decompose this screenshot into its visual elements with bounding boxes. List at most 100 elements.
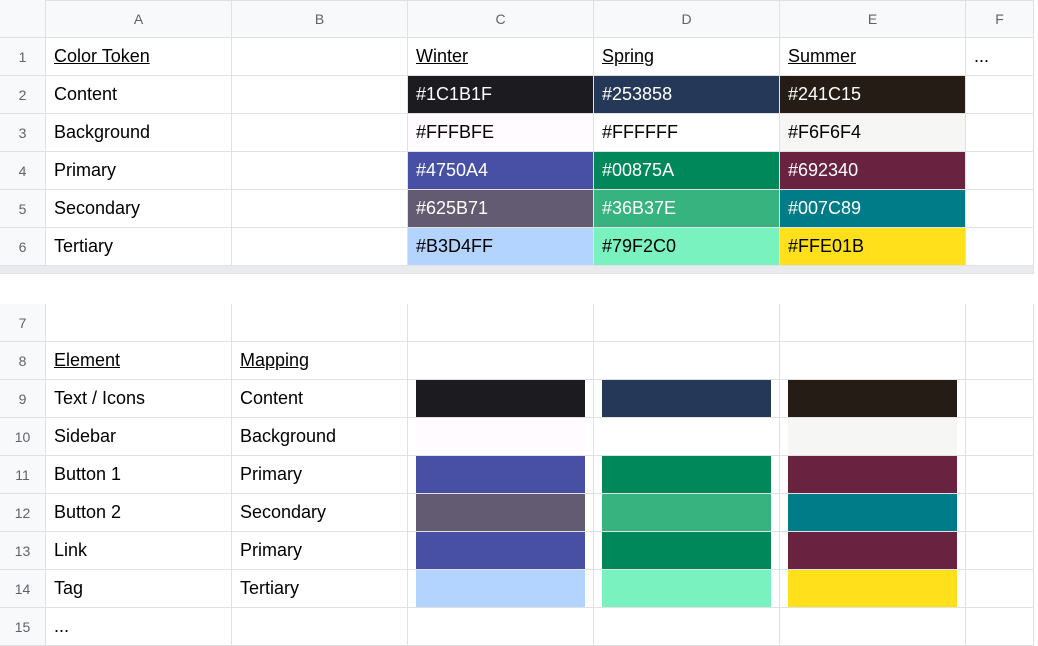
cell-D9[interactable] xyxy=(594,380,780,418)
cell-C3[interactable]: #FFFBFE xyxy=(408,114,594,152)
row-header-6[interactable]: 6 xyxy=(0,228,46,266)
cell-B3[interactable] xyxy=(232,114,408,152)
cell-A6[interactable]: Tertiary xyxy=(46,228,232,266)
col-header-C[interactable]: C xyxy=(408,0,594,38)
cell-E5[interactable]: #007C89 xyxy=(780,190,966,228)
cell-E9[interactable] xyxy=(780,380,966,418)
cell-D2[interactable]: #253858 xyxy=(594,76,780,114)
col-header-B[interactable]: B xyxy=(232,0,408,38)
col-header-F[interactable]: F xyxy=(966,0,1034,38)
cell-E1[interactable]: Summer xyxy=(780,38,966,76)
cell-F10[interactable] xyxy=(966,418,1034,456)
cell-D15[interactable] xyxy=(594,608,780,646)
cell-A2[interactable]: Content xyxy=(46,76,232,114)
cell-F2[interactable] xyxy=(966,76,1034,114)
row-header-15[interactable]: 15 xyxy=(0,608,46,646)
col-header-A[interactable]: A xyxy=(46,0,232,38)
cell-A13[interactable]: Link xyxy=(46,532,232,570)
cell-B8[interactable]: Mapping xyxy=(232,342,408,380)
cell-B6[interactable] xyxy=(232,228,408,266)
row-header-7[interactable]: 7 xyxy=(0,304,46,342)
cell-E10[interactable] xyxy=(780,418,966,456)
cell-C11[interactable] xyxy=(408,456,594,494)
row-header-5[interactable]: 5 xyxy=(0,190,46,228)
cell-B5[interactable] xyxy=(232,190,408,228)
cell-D3[interactable]: #FFFFFF xyxy=(594,114,780,152)
row-header-4[interactable]: 4 xyxy=(0,152,46,190)
cell-D1[interactable]: Spring xyxy=(594,38,780,76)
cell-B4[interactable] xyxy=(232,152,408,190)
cell-D13[interactable] xyxy=(594,532,780,570)
cell-E8[interactable] xyxy=(780,342,966,380)
cell-F5[interactable] xyxy=(966,190,1034,228)
cell-C8[interactable] xyxy=(408,342,594,380)
cell-B2[interactable] xyxy=(232,76,408,114)
cell-D11[interactable] xyxy=(594,456,780,494)
cell-B10[interactable]: Background xyxy=(232,418,408,456)
cell-A1[interactable]: Color Token xyxy=(46,38,232,76)
cell-B9[interactable]: Content xyxy=(232,380,408,418)
cell-A10[interactable]: Sidebar xyxy=(46,418,232,456)
row-header-13[interactable]: 13 xyxy=(0,532,46,570)
cell-F6[interactable] xyxy=(966,228,1034,266)
cell-C7[interactable] xyxy=(408,304,594,342)
cell-A15[interactable]: ... xyxy=(46,608,232,646)
cell-E6[interactable]: #FFE01B xyxy=(780,228,966,266)
cell-F14[interactable] xyxy=(966,570,1034,608)
cell-E7[interactable] xyxy=(780,304,966,342)
cell-E12[interactable] xyxy=(780,494,966,532)
cell-C14[interactable] xyxy=(408,570,594,608)
row-header-12[interactable]: 12 xyxy=(0,494,46,532)
cell-C15[interactable] xyxy=(408,608,594,646)
cell-D5[interactable]: #36B37E xyxy=(594,190,780,228)
cell-D6[interactable]: #79F2C0 xyxy=(594,228,780,266)
col-header-E[interactable]: E xyxy=(780,0,966,38)
cell-D4[interactable]: #00875A xyxy=(594,152,780,190)
cell-D8[interactable] xyxy=(594,342,780,380)
cell-A3[interactable]: Background xyxy=(46,114,232,152)
row-header-14[interactable]: 14 xyxy=(0,570,46,608)
cell-C1[interactable]: Winter xyxy=(408,38,594,76)
row-header-10[interactable]: 10 xyxy=(0,418,46,456)
cell-A5[interactable]: Secondary xyxy=(46,190,232,228)
cell-C13[interactable] xyxy=(408,532,594,570)
cell-B14[interactable]: Tertiary xyxy=(232,570,408,608)
cell-E4[interactable]: #692340 xyxy=(780,152,966,190)
cell-D12[interactable] xyxy=(594,494,780,532)
select-all-corner[interactable] xyxy=(0,0,46,38)
cell-A11[interactable]: Button 1 xyxy=(46,456,232,494)
cell-C6[interactable]: #B3D4FF xyxy=(408,228,594,266)
row-header-9[interactable]: 9 xyxy=(0,380,46,418)
cell-A9[interactable]: Text / Icons xyxy=(46,380,232,418)
cell-C12[interactable] xyxy=(408,494,594,532)
cell-C9[interactable] xyxy=(408,380,594,418)
cell-F1[interactable]: ... xyxy=(966,38,1034,76)
cell-A8[interactable]: Element xyxy=(46,342,232,380)
cell-D14[interactable] xyxy=(594,570,780,608)
cell-B12[interactable]: Secondary xyxy=(232,494,408,532)
row-header-1[interactable]: 1 xyxy=(0,38,46,76)
col-header-D[interactable]: D xyxy=(594,0,780,38)
cell-A12[interactable]: Button 2 xyxy=(46,494,232,532)
row-header-3[interactable]: 3 xyxy=(0,114,46,152)
cell-B15[interactable] xyxy=(232,608,408,646)
row-header-11[interactable]: 11 xyxy=(0,456,46,494)
cell-E13[interactable] xyxy=(780,532,966,570)
row-header-8[interactable]: 8 xyxy=(0,342,46,380)
cell-C4[interactable]: #4750A4 xyxy=(408,152,594,190)
cell-B11[interactable]: Primary xyxy=(232,456,408,494)
cell-F15[interactable] xyxy=(966,608,1034,646)
cell-B7[interactable] xyxy=(232,304,408,342)
cell-B13[interactable]: Primary xyxy=(232,532,408,570)
cell-A7[interactable] xyxy=(46,304,232,342)
cell-D10[interactable] xyxy=(594,418,780,456)
cell-E15[interactable] xyxy=(780,608,966,646)
cell-A4[interactable]: Primary xyxy=(46,152,232,190)
cell-F13[interactable] xyxy=(966,532,1034,570)
cell-B1[interactable] xyxy=(232,38,408,76)
cell-F9[interactable] xyxy=(966,380,1034,418)
cell-E14[interactable] xyxy=(780,570,966,608)
row-header-2[interactable]: 2 xyxy=(0,76,46,114)
cell-C5[interactable]: #625B71 xyxy=(408,190,594,228)
cell-F8[interactable] xyxy=(966,342,1034,380)
